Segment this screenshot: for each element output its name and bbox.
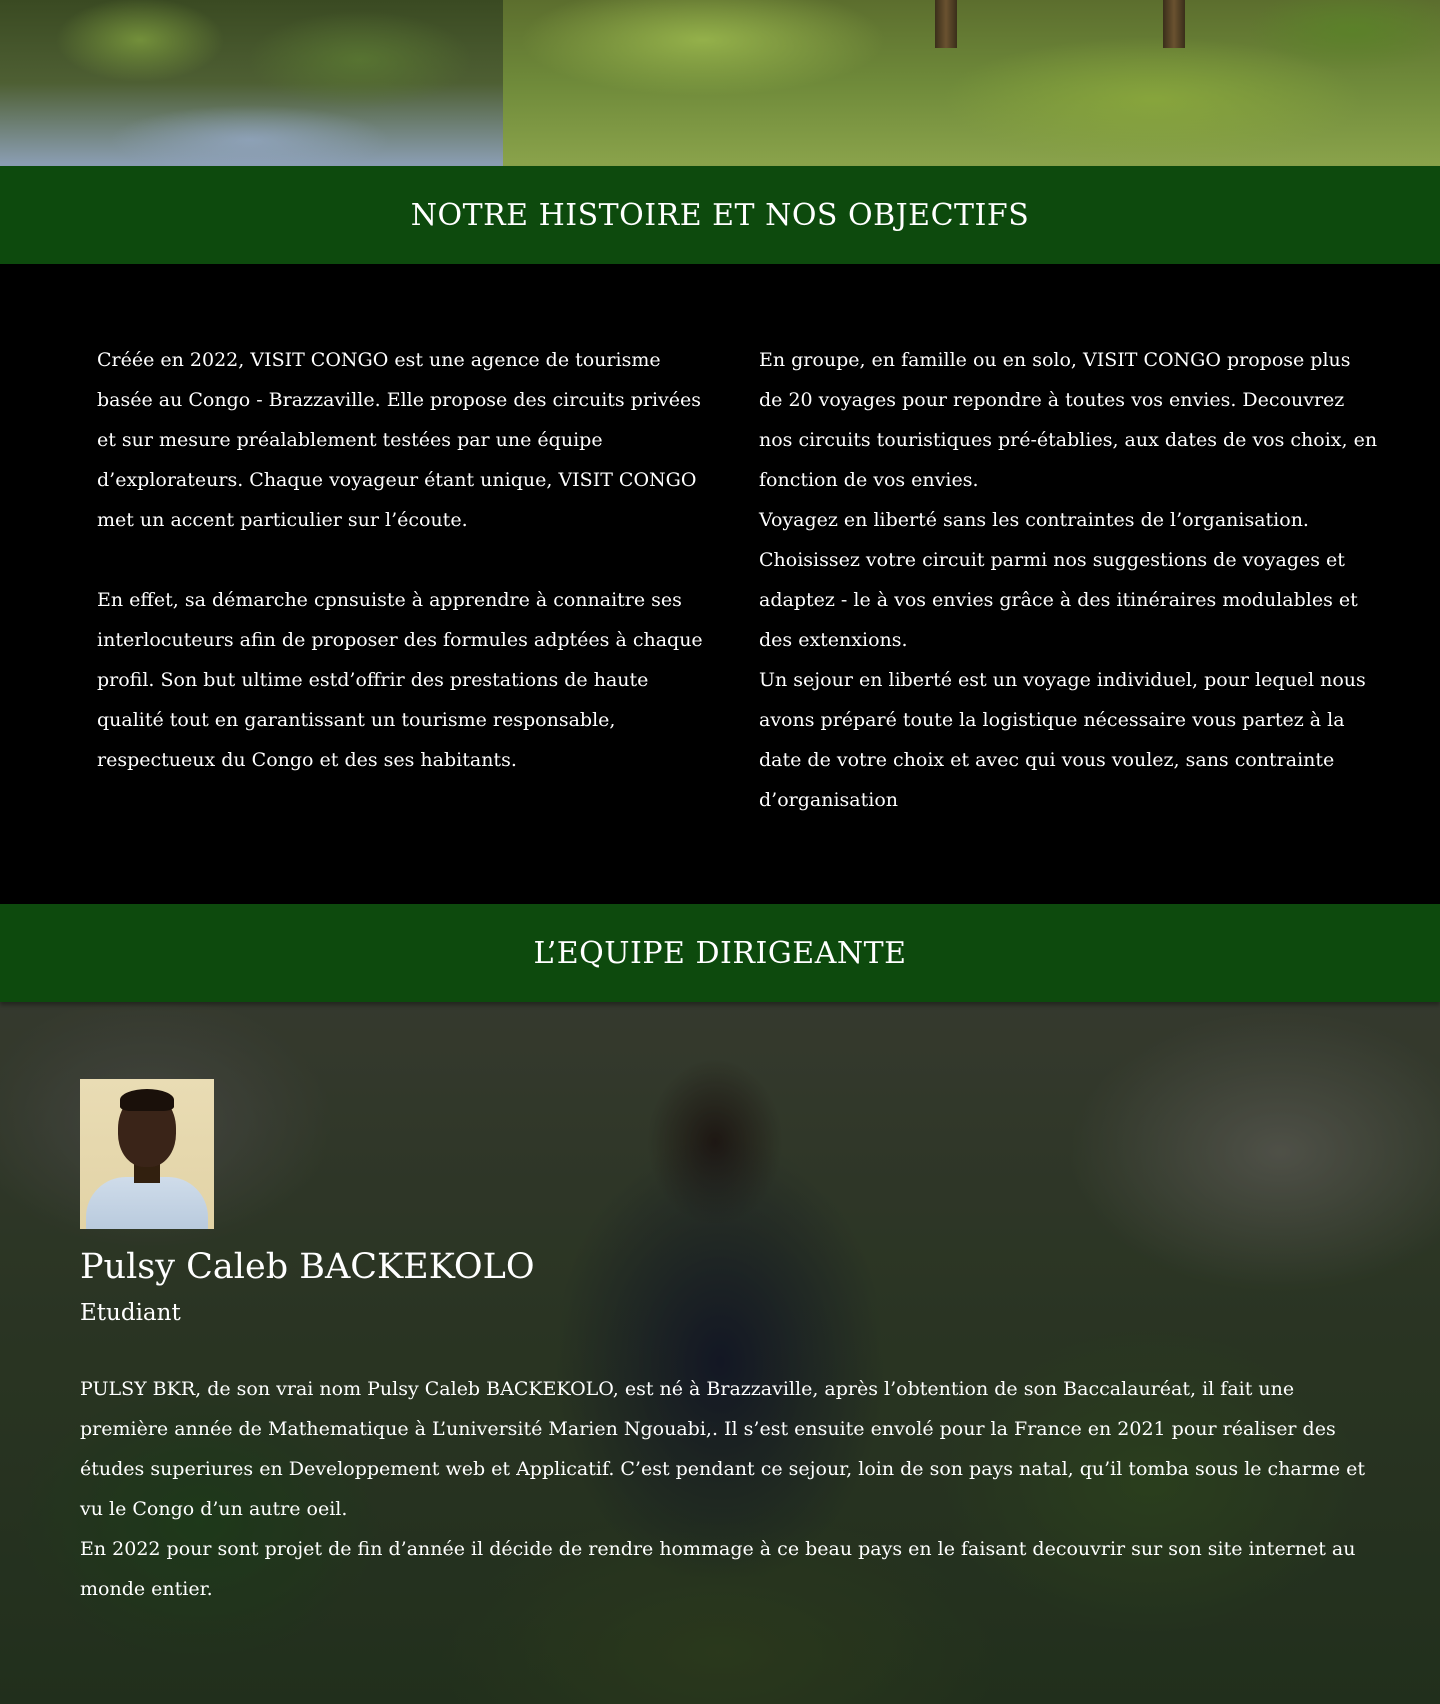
hero-image-left xyxy=(0,0,503,166)
bio-paragraph: En 2022 pour sont projet de fin d’année … xyxy=(80,1538,1356,1600)
story-section-header: NOTRE HISTOIRE ET NOS OBJECTIFS xyxy=(0,166,1440,264)
story-paragraph: Un sejour en liberté est un voyage indiv… xyxy=(759,669,1366,811)
story-left-column: Créée en 2022, VISIT CONGO est une agenc… xyxy=(97,340,717,780)
story-paragraph: En effet, sa démarche cpnsuiste à appren… xyxy=(97,589,703,771)
member-name: Pulsy Caleb BACKEKOLO xyxy=(80,1247,535,1287)
member-role: Etudiant xyxy=(80,1300,181,1326)
team-section: Pulsy Caleb BACKEKOLO Etudiant PULSY BKR… xyxy=(0,1002,1440,1704)
bio-paragraph: PULSY BKR, de son vrai nom Pulsy Caleb B… xyxy=(80,1378,1366,1520)
team-section-title: L’EQUIPE DIRIGEANTE xyxy=(533,935,907,971)
member-photo xyxy=(80,1079,214,1229)
hero-image-right xyxy=(503,0,1440,166)
story-paragraph: Créée en 2022, VISIT CONGO est une agenc… xyxy=(97,349,701,531)
wooden-post xyxy=(935,0,957,48)
story-paragraph: Voyagez en liberté sans les contraintes … xyxy=(759,509,1358,651)
team-section-header: L’EQUIPE DIRIGEANTE xyxy=(0,904,1440,1002)
story-paragraph: En groupe, en famille ou en solo, VISIT … xyxy=(759,349,1378,491)
hero-image xyxy=(0,0,1440,166)
story-section: Créée en 2022, VISIT CONGO est une agenc… xyxy=(0,264,1440,904)
wooden-post xyxy=(1163,0,1185,48)
story-section-title: NOTRE HISTOIRE ET NOS OBJECTIFS xyxy=(410,197,1030,233)
member-bio: PULSY BKR, de son vrai nom Pulsy Caleb B… xyxy=(80,1369,1380,1609)
story-right-column: En groupe, en famille ou en solo, VISIT … xyxy=(759,340,1379,820)
